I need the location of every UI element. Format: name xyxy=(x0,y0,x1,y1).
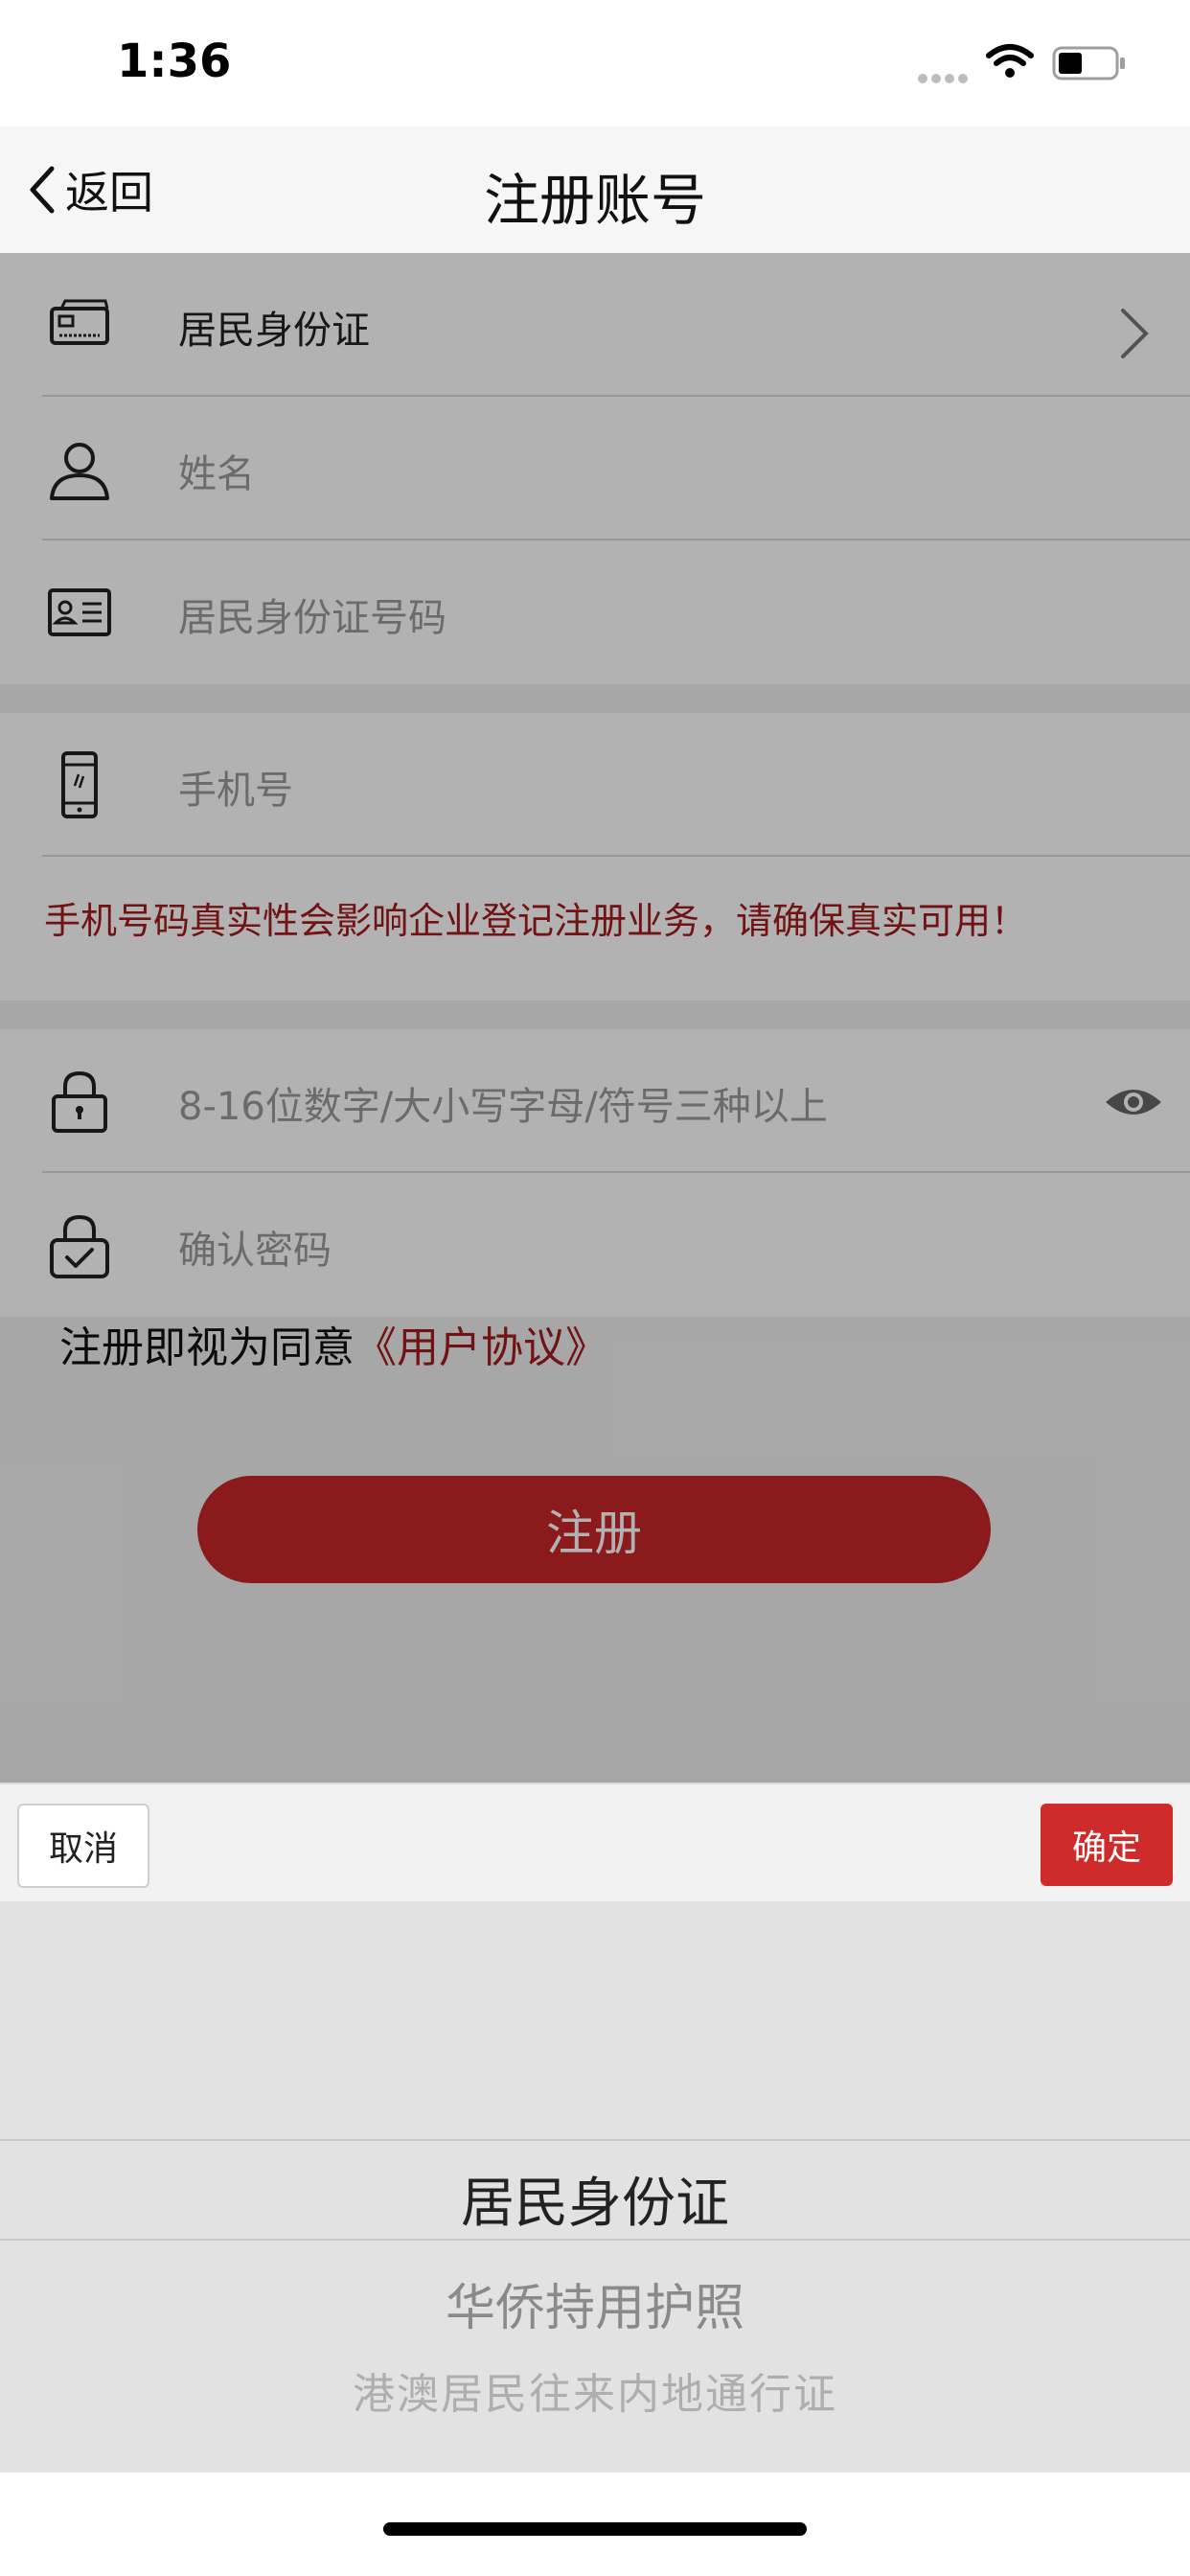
battery-icon xyxy=(1052,46,1125,80)
home-indicator[interactable] xyxy=(383,2522,807,2536)
picker-wheel[interactable]: 居民身份证 华侨持用护照 港澳居民往来内地通行证 xyxy=(0,1901,1190,2472)
status-bar: 1:36 xyxy=(0,0,1190,126)
modal-overlay[interactable] xyxy=(0,253,1190,1782)
status-time: 1:36 xyxy=(117,34,232,88)
picker-option[interactable]: 港澳居民往来内地通行证 xyxy=(0,2359,1190,2421)
id-type-picker: 取消 确定 居民身份证 华侨持用护照 港澳居民往来内地通行证 xyxy=(0,1782,1190,2472)
wifi-icon xyxy=(986,44,1034,78)
selection-line-top xyxy=(0,2139,1190,2141)
confirm-button[interactable]: 确定 xyxy=(1041,1804,1173,1886)
home-area xyxy=(0,2472,1190,2576)
signal-icon xyxy=(918,69,973,83)
navigation-bar: 返回 注册账号 xyxy=(0,126,1190,253)
picker-toolbar: 取消 确定 xyxy=(0,1782,1190,1903)
page-title: 注册账号 xyxy=(483,168,706,233)
cancel-button[interactable]: 取消 xyxy=(17,1804,149,1888)
selection-line-bottom xyxy=(0,2239,1190,2241)
picker-option[interactable]: 华侨持用护照 xyxy=(0,2267,1190,2339)
picker-option-selected[interactable]: 居民身份证 xyxy=(0,2160,1190,2238)
